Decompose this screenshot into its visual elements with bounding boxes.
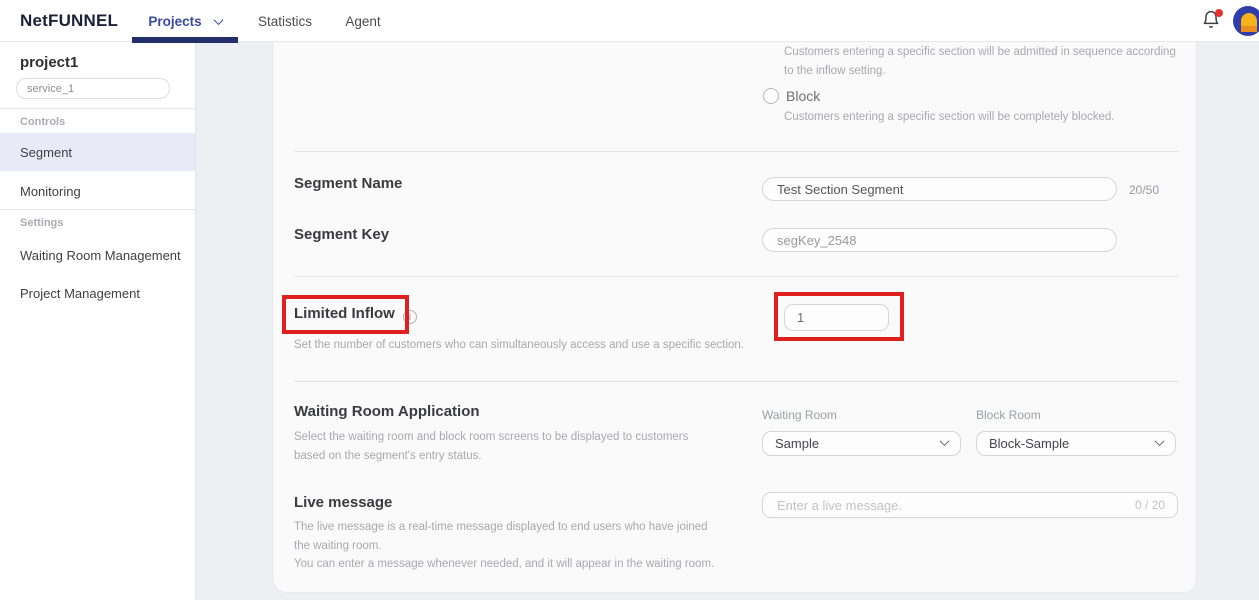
- section-divider: [294, 151, 1179, 152]
- project-name: project1: [20, 54, 78, 71]
- segment-settings-panel: Customers entering a specific section wi…: [272, 42, 1197, 593]
- tab-statistics-label: Statistics: [258, 14, 312, 29]
- waiting-room-select[interactable]: Sample: [762, 431, 961, 456]
- segment-name-input[interactable]: [762, 177, 1117, 201]
- segment-name-counter: 20/50: [1129, 183, 1159, 197]
- info-circle-icon[interactable]: i: [403, 310, 417, 324]
- waiting-room-application-description: Select the waiting room and block room s…: [294, 428, 722, 466]
- active-tab-indicator: [132, 37, 238, 43]
- sidebar-item-project-management[interactable]: Project Management: [0, 274, 195, 312]
- block-room-select-value: Block-Sample: [989, 436, 1069, 451]
- block-room-select-label: Block Room: [976, 408, 1041, 422]
- tab-projects-label: Projects: [148, 14, 201, 29]
- sidebar-item-segment[interactable]: Segment: [0, 133, 195, 171]
- sidebar-heading-settings: Settings: [20, 217, 63, 229]
- segment-name-label: Segment Name: [294, 175, 402, 192]
- sidebar-heading-controls: Controls: [20, 116, 65, 128]
- sidebar-divider: [0, 108, 196, 109]
- service-selector[interactable]: service_1: [16, 78, 170, 99]
- live-message-input[interactable]: [762, 492, 1178, 518]
- top-navbar: NetFUNNEL Projects Statistics Agent: [0, 0, 1259, 42]
- limited-inflow-label: Limited Inflow: [294, 305, 395, 322]
- live-message-counter: 0 / 20: [1135, 498, 1165, 512]
- live-message-description-2: You can enter a message whenever needed,…: [294, 555, 794, 574]
- tab-statistics[interactable]: Statistics: [247, 0, 323, 42]
- sidebar-divider: [0, 209, 196, 210]
- sidebar: project1 service_1 Controls Segment Moni…: [0, 42, 196, 600]
- limited-inflow-description: Set the number of customers who can simu…: [294, 336, 854, 355]
- user-avatar[interactable]: [1233, 6, 1259, 36]
- tab-agent-label: Agent: [345, 14, 380, 29]
- tab-agent[interactable]: Agent: [332, 0, 394, 42]
- sidebar-item-monitoring[interactable]: Monitoring: [0, 172, 195, 210]
- chevron-down-icon: [940, 436, 950, 446]
- waiting-room-select-value: Sample: [775, 436, 819, 451]
- chevron-down-icon: [213, 15, 223, 25]
- admit-option-description: Customers entering a specific section wi…: [784, 43, 1186, 81]
- waiting-room-select-label: Waiting Room: [762, 408, 837, 422]
- block-option-description: Customers entering a specific section wi…: [784, 108, 1204, 127]
- notification-unread-dot: [1215, 9, 1223, 17]
- block-radio-label: Block: [786, 88, 820, 104]
- block-room-select[interactable]: Block-Sample: [976, 431, 1176, 456]
- chevron-down-icon: [1155, 436, 1165, 446]
- app-frame: NetFUNNEL Projects Statistics Agent proj…: [0, 0, 1259, 600]
- section-divider: [294, 381, 1179, 382]
- section-divider: [294, 276, 1179, 277]
- avatar-graphic: [1241, 13, 1257, 26]
- segment-key-label: Segment Key: [294, 226, 389, 243]
- service-selector-value: service_1: [27, 83, 74, 95]
- sidebar-item-waiting-room-management[interactable]: Waiting Room Management: [0, 236, 195, 274]
- tab-projects[interactable]: Projects: [132, 0, 238, 42]
- segment-key-input[interactable]: [762, 228, 1117, 252]
- block-radio[interactable]: [763, 88, 779, 104]
- netfunnel-logo: NetFUNNEL: [20, 11, 118, 31]
- limited-inflow-input[interactable]: [784, 304, 889, 331]
- live-message-label: Live message: [294, 494, 392, 511]
- waiting-room-application-label: Waiting Room Application: [294, 403, 480, 420]
- live-message-description-1: The live message is a real-time message …: [294, 518, 718, 556]
- notification-button[interactable]: [1201, 10, 1223, 32]
